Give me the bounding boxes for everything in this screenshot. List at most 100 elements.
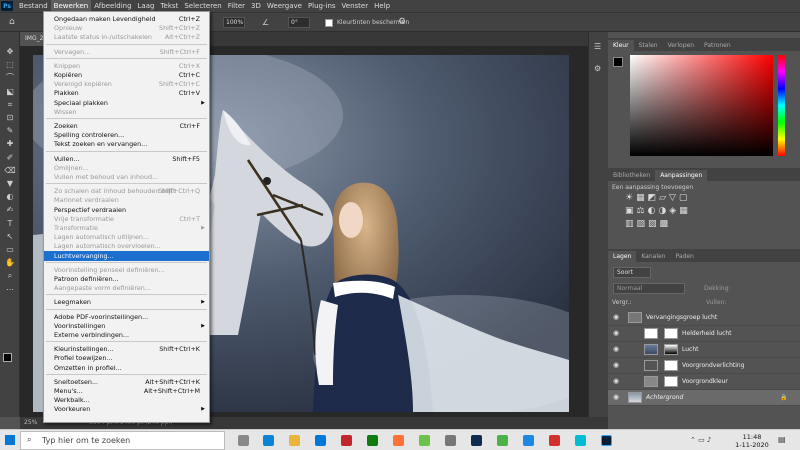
healing-brush-icon[interactable]: ✚ xyxy=(4,138,16,149)
tab-paden[interactable]: Paden xyxy=(670,251,698,262)
menu-item-voorkeuren[interactable]: Voorkeuren ▶ xyxy=(44,404,209,414)
tab-kleur[interactable]: Kleur xyxy=(608,40,634,51)
visibility-eye-icon[interactable]: ◉ xyxy=(613,329,619,337)
status-zoom[interactable]: 25% xyxy=(24,419,37,426)
tray-icons[interactable]: ⌃ ▭ ♪ xyxy=(690,436,711,444)
layer-row[interactable]: ◉ Lucht xyxy=(608,342,800,358)
app2-icon[interactable] xyxy=(497,435,508,446)
adjustment-icons-row-1[interactable]: ☀▦◩▱▽▢ xyxy=(625,193,690,203)
crop-tool-icon[interactable]: ⌗ xyxy=(4,99,16,110)
tab-bibliotheken[interactable]: Bibliotheken xyxy=(608,170,655,181)
explorer-icon[interactable] xyxy=(289,435,300,446)
layer-row[interactable]: ◉ Voorgrondkleur xyxy=(608,374,800,390)
eraser-icon[interactable]: ▼ xyxy=(4,178,16,189)
shape-tool-icon[interactable]: ▭ xyxy=(4,244,16,255)
menu-3d[interactable]: 3D xyxy=(248,0,264,12)
properties-icon[interactable]: ⚙ xyxy=(594,64,601,73)
layer-filter-kind[interactable]: Soort xyxy=(613,267,651,278)
zoom-field[interactable]: 100% xyxy=(223,17,245,28)
zoom-tool-icon[interactable]: ⌕ xyxy=(4,270,16,281)
menu-item-aangepaste-vorm-defini-ren[interactable]: Aangepaste vorm definiëren... xyxy=(44,283,209,293)
protect-tones-checkbox[interactable] xyxy=(325,19,333,27)
move-tool-icon[interactable]: ✥ xyxy=(4,46,16,57)
menu-filter[interactable]: Filter xyxy=(225,0,248,12)
app5-icon[interactable] xyxy=(575,435,586,446)
panel-icon-strip: ☰ ⚙ xyxy=(588,32,608,417)
mcafee-icon[interactable] xyxy=(341,435,352,446)
path-select-icon[interactable]: ↖ xyxy=(4,231,16,242)
menu-item-label: Menu's... xyxy=(54,387,83,395)
xbox-icon[interactable] xyxy=(367,435,378,446)
visibility-eye-icon[interactable]: ◉ xyxy=(613,345,619,353)
brush-tool-icon[interactable]: ✐ xyxy=(4,152,16,163)
layer-row[interactable]: ◉ Voorgrondverlichting xyxy=(608,358,800,374)
paint-icon[interactable] xyxy=(419,435,430,446)
mail-icon[interactable] xyxy=(315,435,326,446)
menu-item-luchtvervanging[interactable]: Luchtvervanging... xyxy=(44,250,209,261)
app-icon[interactable] xyxy=(445,435,456,446)
settings-icon[interactable]: ⚙ xyxy=(398,17,406,27)
adjustment-icons-row-3[interactable]: ▥▧▨▩ xyxy=(625,219,671,229)
gradient-icon[interactable]: ◐ xyxy=(4,191,16,202)
more-tools-icon[interactable]: ⋯ xyxy=(4,284,16,295)
layer-name: Voorgrondkleur xyxy=(682,378,728,385)
toolbox-foreground-color[interactable] xyxy=(3,353,12,362)
visibility-eye-icon[interactable]: ◉ xyxy=(613,361,619,369)
taskbar-search[interactable]: Typ hier om te zoeken xyxy=(20,431,225,450)
menu-item-tekst-zoeken-en-vervangen[interactable]: Tekst zoeken en vervangen... xyxy=(44,139,209,149)
visibility-eye-icon[interactable]: ◉ xyxy=(613,393,619,401)
tab-stalen[interactable]: Stalen xyxy=(634,40,663,51)
menu-item-omzetten-in-profiel[interactable]: Omzetten in profiel... xyxy=(44,363,209,373)
edge-icon[interactable] xyxy=(263,435,274,446)
layer-row[interactable]: ◉ Vervangingsgroep lucht xyxy=(608,310,800,326)
tab-kanalen[interactable]: Kanalen xyxy=(636,251,670,262)
layer-row[interactable]: ◉ Helderheid lucht xyxy=(608,326,800,342)
taskbar-clock[interactable]: 11:48 1-11-2020 xyxy=(733,433,771,449)
layer-thumbnail xyxy=(644,328,658,339)
app3-icon[interactable] xyxy=(523,435,534,446)
firefox-icon[interactable] xyxy=(393,435,404,446)
color-field[interactable] xyxy=(630,55,773,156)
app4-icon[interactable] xyxy=(549,435,560,446)
menu-item-laatste-status-in-uitschakelen[interactable]: Laatste status in-/uitschakelen Alt+Ctrl+… xyxy=(44,32,209,42)
eyedropper-icon[interactable]: ✎ xyxy=(4,125,16,136)
menu-item-externe-verbindingen[interactable]: Externe verbindingen... xyxy=(44,330,209,340)
lasso-tool-icon[interactable]: ⌒ xyxy=(4,72,16,83)
blend-mode-select[interactable]: Normaal xyxy=(613,283,685,294)
menu-item-label: Aangepaste vorm definiëren... xyxy=(54,284,151,293)
hue-slider[interactable] xyxy=(778,55,785,156)
history-icon[interactable]: ☰ xyxy=(594,42,601,51)
task-view-icon[interactable] xyxy=(238,435,249,446)
menu-separator xyxy=(46,118,207,119)
hand-tool-icon[interactable]: ✋ xyxy=(4,257,16,268)
layer-row[interactable]: ◉ Achtergrond 🔒 xyxy=(608,390,800,406)
menu-venster[interactable]: Venster xyxy=(339,0,372,12)
visibility-eye-icon[interactable]: ◉ xyxy=(613,313,619,321)
menu-weergave[interactable]: Weergave xyxy=(264,0,305,12)
adjustment-icons-row-2[interactable]: ▣⚖◐◑◈▦ xyxy=(625,206,691,216)
visibility-eye-icon[interactable]: ◉ xyxy=(613,377,619,385)
menu-plug-ins[interactable]: Plug-ins xyxy=(305,0,339,12)
windows-start-icon[interactable] xyxy=(5,435,15,445)
stamp-tool-icon[interactable]: ⌫ xyxy=(4,165,16,176)
dodge-icon[interactable]: ✍ xyxy=(4,204,16,215)
menu-item-vervagen[interactable]: Vervagen... Shift+Ctrl+F xyxy=(44,47,209,57)
foreground-swatch[interactable] xyxy=(613,57,623,67)
home-icon[interactable]: ⌂ xyxy=(9,17,15,27)
frame-tool-icon[interactable]: ⊡ xyxy=(4,112,16,123)
menu-item-wissen[interactable]: Wissen xyxy=(44,107,209,117)
tab-patronen[interactable]: Patronen xyxy=(699,40,736,51)
quick-select-icon[interactable]: ⬕ xyxy=(4,86,16,97)
menu-item-vullen-met-behoud-van-inhoud[interactable]: Vullen met behoud van inhoud... xyxy=(44,172,209,182)
type-tool-icon[interactable]: T xyxy=(4,218,16,229)
angle-field[interactable]: 0° xyxy=(288,17,310,28)
notifications-icon[interactable]: ▤ xyxy=(778,435,786,444)
marquee-tool-icon[interactable]: ⬚ xyxy=(4,59,16,70)
tab-verlopen[interactable]: Verlopen xyxy=(663,40,699,51)
lightroom-classic-icon[interactable] xyxy=(471,435,482,446)
menu-item-leegmaken[interactable]: Leegmaken ▶ xyxy=(44,297,209,307)
photoshop-taskbar-icon[interactable] xyxy=(601,435,612,446)
tab-lagen[interactable]: Lagen xyxy=(608,251,637,262)
menu-help[interactable]: Help xyxy=(371,0,393,12)
tab-aanpassingen[interactable]: Aanpassingen xyxy=(655,170,708,181)
